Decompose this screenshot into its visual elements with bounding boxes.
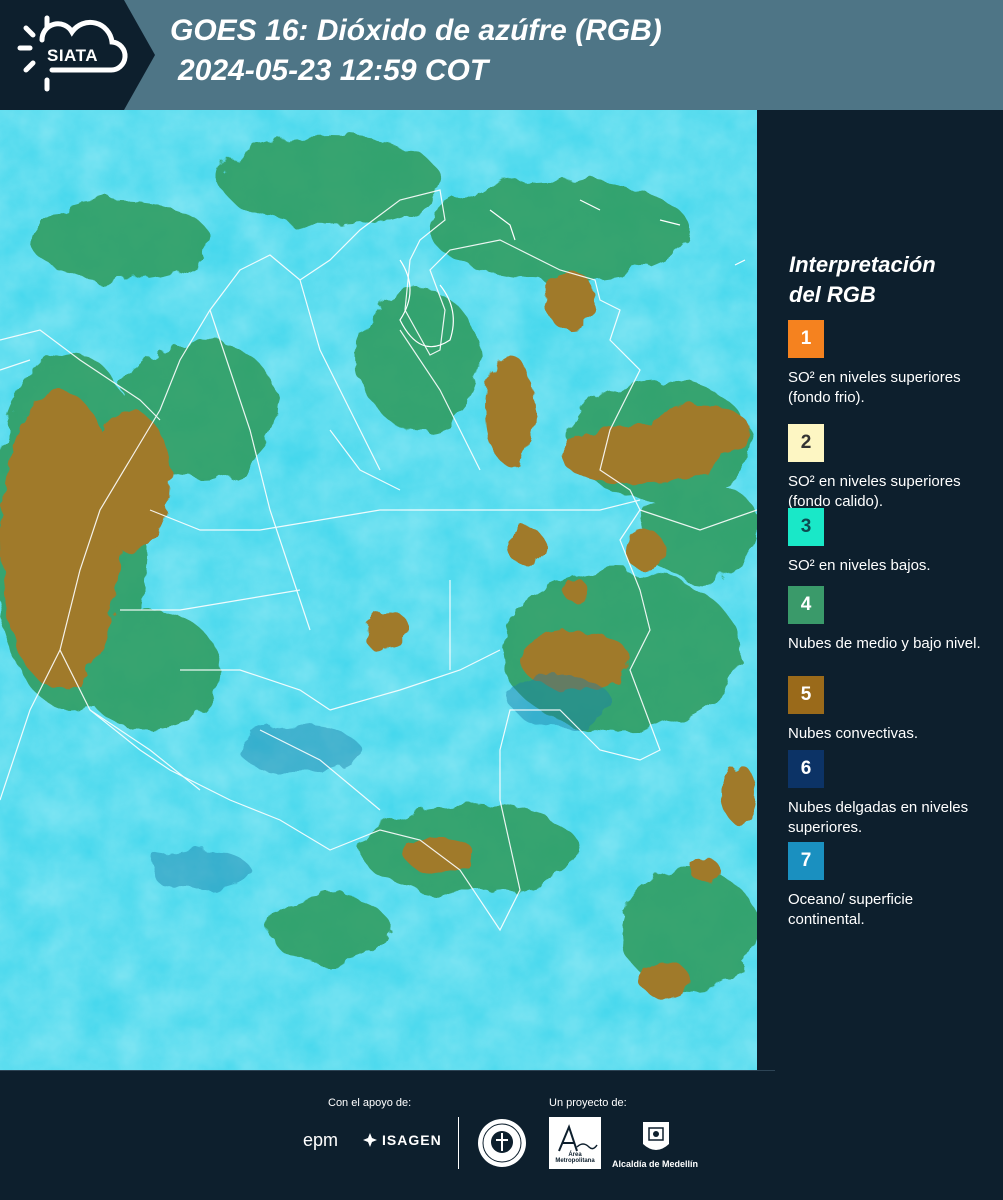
legend-title: Interpretación del RGB (789, 250, 989, 310)
area-metropolitana-text: Área Metropolitana (555, 1152, 595, 1164)
legend-item-5: 5 Nubes convectivas. (788, 676, 993, 744)
legend-item-3: 3 SO² en niveles bajos. (788, 508, 993, 576)
support-label: Con el apoyo de: (328, 1097, 412, 1109)
isagen-logo: ISAGEN (362, 1132, 442, 1148)
legend-item-7: 7 Oceano/ superficie continental. (788, 842, 993, 930)
legend-label-3: SO² en niveles bajos. (788, 557, 931, 574)
legend-swatch-1: 1 (788, 320, 824, 358)
footer-divider (0, 1070, 775, 1071)
project-label: Un proyecto de: (549, 1097, 627, 1109)
legend-panel: Interpretación del RGB 1 SO² en niveles s… (757, 110, 1003, 1070)
legend-label-1: SO² en niveles superiores (fondo frio). (788, 369, 961, 406)
legend-swatch-4: 4 (788, 586, 824, 624)
isagen-text: ISAGEN (382, 1132, 442, 1148)
alcaldia-text: Alcaldía de Medellín (612, 1159, 699, 1169)
legend-swatch-7: 7 (788, 842, 824, 880)
legend-swatch-3: 3 (788, 508, 824, 546)
alcaldia-emblem-icon (643, 1122, 669, 1150)
legend-label-2: SO² en niveles superiores (fondo calido)… (788, 473, 961, 510)
legend-label-5: Nubes convectivas. (788, 725, 919, 742)
legend-item-4: 4 Nubes de medio y bajo nivel. (788, 586, 993, 654)
logo-text: SIATA (47, 46, 98, 65)
map-image (0, 110, 757, 1070)
legend-item-1: 1 SO² en niveles superiores (fondo frio). (788, 320, 993, 408)
legend-title-line1: Interpretación (789, 252, 936, 277)
footer: Con el apoyo de: Un proyecto de: epm ISA… (0, 1070, 1003, 1200)
legend-label-6: Nubes delgadas en niveles superiores. (788, 799, 969, 836)
page-title: GOES 16: Dióxido de azúfre (RGB) (170, 14, 662, 47)
legend-swatch-6: 6 (788, 750, 824, 788)
legend-item-2: 2 SO² en niveles superiores (fondo calido… (788, 424, 993, 512)
legend-item-6: 6 Nubes delgadas en niveles superiores. (788, 750, 993, 838)
header: SIATA GOES 16: Dióxido de azúfre (RGB) 2… (0, 0, 1003, 110)
legend-title-line2: del RGB (789, 282, 876, 307)
legend-swatch-2: 2 (788, 424, 824, 462)
satellite-map (0, 110, 757, 1070)
legend-swatch-5: 5 (788, 676, 824, 714)
legend-label-7: Oceano/ superficie continental. (788, 891, 914, 928)
logo-divider (458, 1117, 459, 1169)
epm-logo: epm (303, 1130, 339, 1150)
page-timestamp: 2024-05-23 12:59 COT (178, 54, 489, 87)
medellin-seal-icon (478, 1119, 526, 1167)
isagen-icon (363, 1133, 377, 1147)
legend-label-4: Nubes de medio y bajo nivel. (788, 635, 981, 652)
